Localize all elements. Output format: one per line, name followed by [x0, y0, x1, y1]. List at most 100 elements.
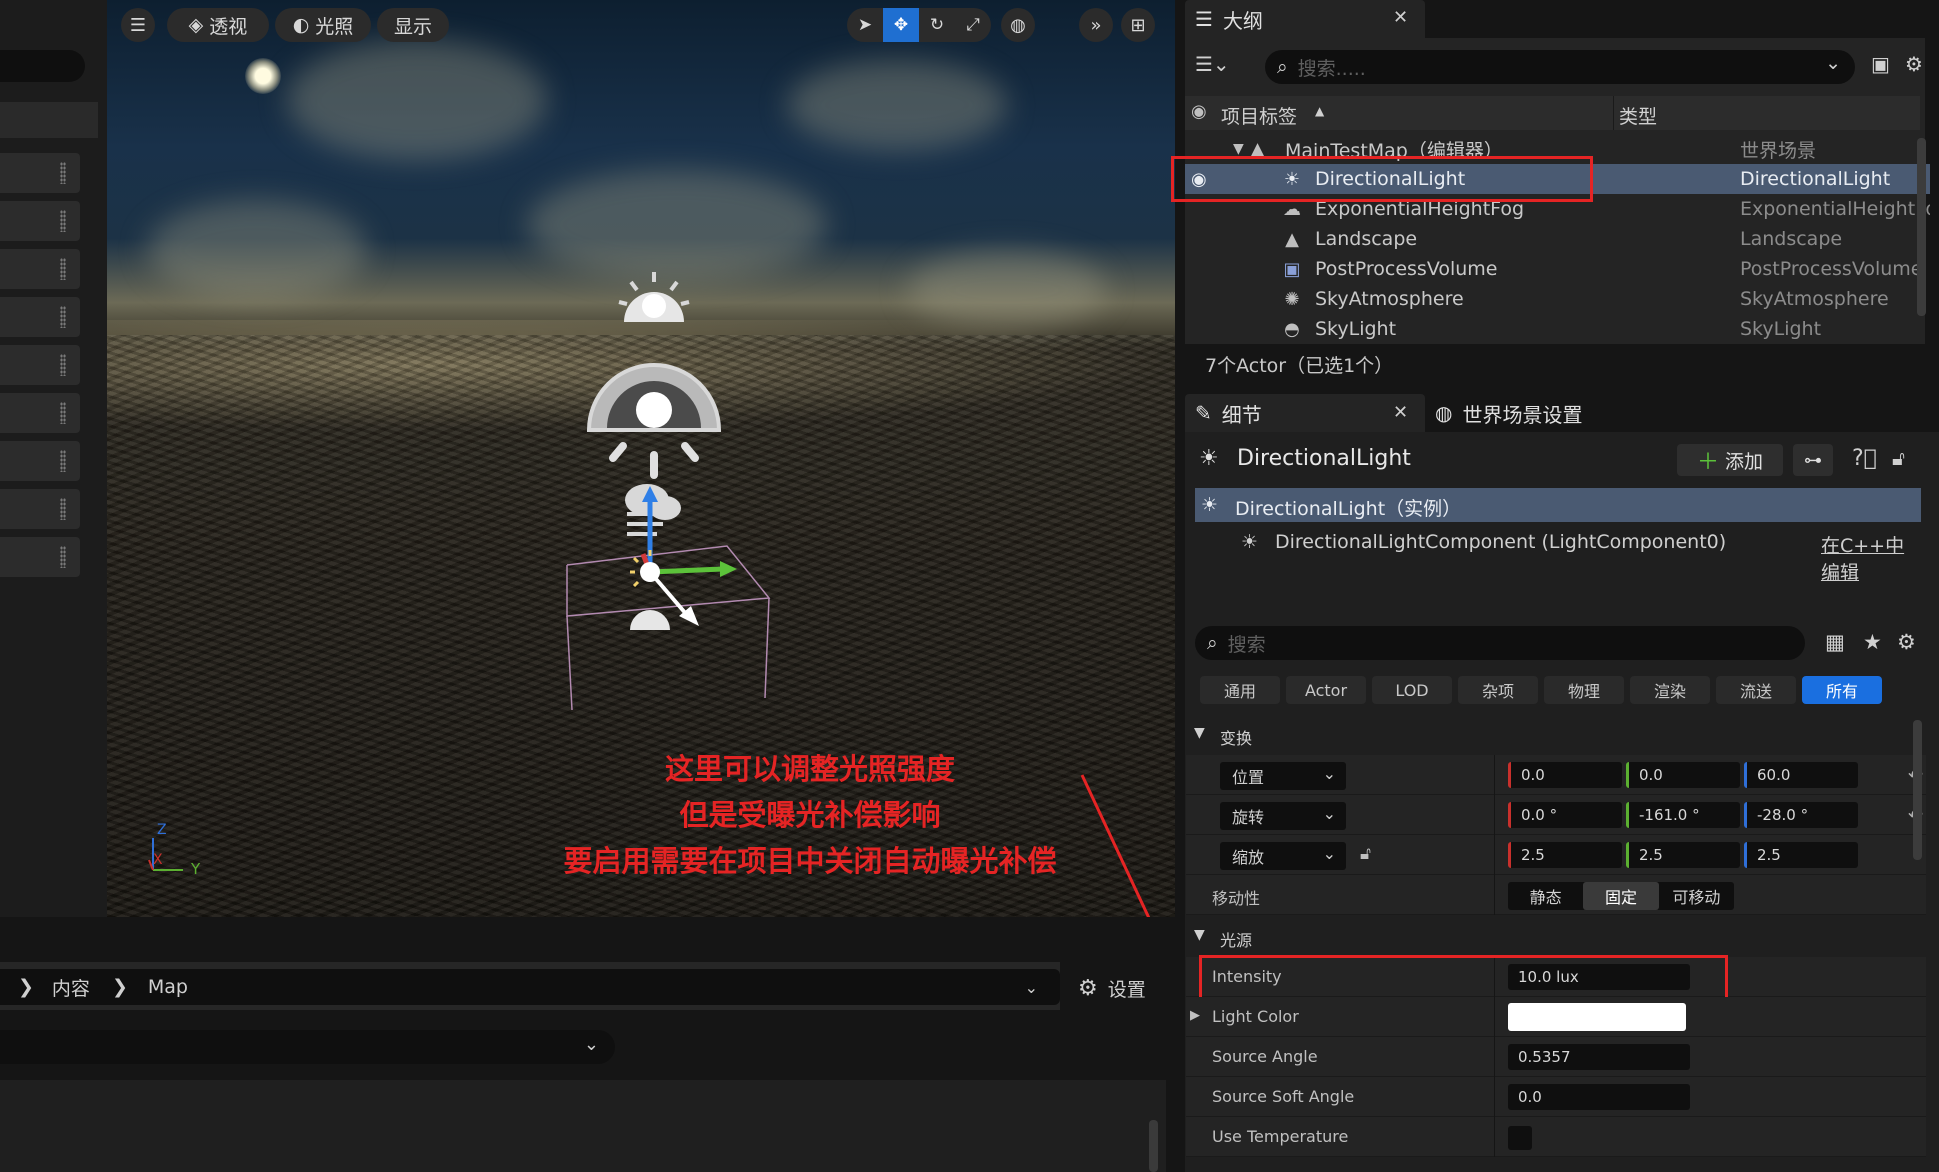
component-row-instance[interactable]: ☀ DirectionalLight（实例）: [1195, 488, 1921, 522]
move-icon[interactable]: ✥: [883, 8, 919, 42]
tree-expand-icon[interactable]: ▼: [1233, 141, 1244, 157]
scale-z-field[interactable]: 2.5: [1744, 842, 1858, 868]
outliner-row-skylight[interactable]: ◓ SkyLight SkyLight: [1185, 314, 1930, 340]
breadcrumb-content[interactable]: 内容: [52, 974, 90, 1001]
rotation-z-field[interactable]: -28.0 °: [1744, 802, 1858, 828]
tab-details[interactable]: ✎ 细节: [1185, 394, 1425, 432]
filter-chip-rendering[interactable]: 渲染: [1630, 676, 1710, 704]
filter-chip-general[interactable]: 通用: [1200, 676, 1280, 704]
outliner-row-skyatmosphere[interactable]: ✺ SkyAtmosphere SkyAtmosphere: [1185, 284, 1930, 314]
mobility-movable-option[interactable]: 可移动: [1659, 882, 1734, 910]
left-list-item[interactable]: [0, 297, 80, 337]
details-search-input[interactable]: ⌕ 搜索: [1195, 626, 1805, 660]
scale-dropdown[interactable]: 缩放 ⌄: [1220, 842, 1346, 870]
help-icon[interactable]: ?⃝: [1852, 446, 1877, 471]
add-folder-icon[interactable]: ▣: [1871, 52, 1890, 76]
left-list-item[interactable]: [0, 201, 80, 241]
location-y-field[interactable]: 0.0: [1626, 762, 1740, 788]
transform-tools[interactable]: ➤ ✥ ↻ ⤢: [847, 8, 991, 42]
tab-world-settings[interactable]: ◍ 世界场景设置: [1435, 394, 1582, 432]
drag-grip-icon[interactable]: [60, 546, 66, 568]
chevron-right-icon[interactable]: ❯: [18, 976, 34, 998]
left-list-item[interactable]: [0, 441, 80, 481]
component-row-light[interactable]: ☀ DirectionalLightComponent (LightCompon…: [1195, 526, 1921, 584]
blueprint-button[interactable]: ⊶: [1793, 444, 1833, 476]
directional-light-gizmo[interactable]: [527, 260, 947, 730]
scale-y-field[interactable]: 2.5: [1626, 842, 1740, 868]
drag-grip-icon[interactable]: [60, 450, 66, 472]
select-cursor-icon[interactable]: ➤: [847, 8, 883, 42]
filter-chip-all[interactable]: 所有: [1802, 676, 1882, 704]
drag-grip-icon[interactable]: [60, 498, 66, 520]
rotation-y-field[interactable]: -161.0 °: [1626, 802, 1740, 828]
content-browser-scrollbar[interactable]: [1149, 1120, 1158, 1172]
filter-icon[interactable]: ☰⌄: [1195, 52, 1230, 76]
column-type-header[interactable]: 类型: [1619, 102, 1657, 129]
chevron-right-icon[interactable]: ❯: [112, 976, 128, 998]
layout-button[interactable]: ⊞: [1121, 8, 1155, 42]
left-list-item[interactable]: [0, 393, 80, 433]
scale-icon[interactable]: ⤢: [955, 8, 991, 42]
filter-chip-misc[interactable]: 杂项: [1458, 676, 1538, 704]
table-view-icon[interactable]: ▦: [1825, 630, 1845, 654]
drag-grip-icon[interactable]: [60, 306, 66, 328]
filter-chip-actor[interactable]: Actor: [1286, 676, 1366, 704]
drag-grip-icon[interactable]: [60, 210, 66, 232]
add-component-button[interactable]: ＋ 添加: [1677, 444, 1783, 476]
eye-icon[interactable]: ◉: [1191, 101, 1207, 122]
left-search-input[interactable]: [0, 50, 85, 82]
drag-grip-icon[interactable]: [60, 402, 66, 424]
close-icon[interactable]: ✕: [1393, 402, 1408, 423]
tab-outliner[interactable]: ☰ 大纲: [1185, 0, 1425, 38]
content-browser-path[interactable]: ❯ 内容 ❯ Map ⌄: [0, 969, 1060, 1005]
mobility-segmented-control[interactable]: 静态 固定 可移动: [1508, 882, 1734, 910]
use-temperature-checkbox[interactable]: [1508, 1126, 1532, 1150]
more-options-button[interactable]: »: [1079, 8, 1113, 42]
left-list-item[interactable]: [0, 153, 80, 193]
details-scrollbar[interactable]: [1913, 720, 1922, 860]
perspective-button[interactable]: ◈ 透视: [167, 8, 269, 42]
light-color-swatch[interactable]: [1508, 1003, 1686, 1031]
gear-icon[interactable]: ⚙: [1905, 52, 1923, 76]
edit-cpp-link[interactable]: 在C++中编辑: [1821, 531, 1921, 585]
left-list-item[interactable]: [0, 249, 80, 289]
drag-grip-icon[interactable]: [60, 354, 66, 376]
content-browser-filter-dropdown[interactable]: ⌄: [0, 1030, 615, 1064]
breadcrumb-map[interactable]: Map: [148, 976, 188, 998]
mobility-stationary-option[interactable]: 固定: [1583, 882, 1659, 910]
outliner-row-landscape[interactable]: ▲ Landscape Landscape: [1185, 224, 1930, 254]
lock-icon[interactable]: 🔓︎: [1360, 844, 1371, 864]
lighting-button[interactable]: ◐ 光照: [275, 8, 371, 42]
gear-icon[interactable]: ⚙: [1897, 630, 1916, 654]
left-list-item[interactable]: [0, 489, 80, 529]
world-local-toggle[interactable]: ◍: [1001, 8, 1035, 42]
section-light[interactable]: ▼ 光源: [1186, 917, 1926, 955]
unlock-icon[interactable]: 🔓︎: [1892, 446, 1905, 470]
content-browser-settings-button[interactable]: ⚙ 设置: [1078, 972, 1146, 1004]
viewport-menu-button[interactable]: ☰: [121, 8, 155, 42]
outliner-search-input[interactable]: ⌕ 搜索..... ⌄: [1265, 50, 1855, 84]
rotation-dropdown[interactable]: 旋转 ⌄: [1220, 802, 1346, 830]
chevron-down-icon[interactable]: ⌄: [1025, 978, 1038, 997]
column-label-header[interactable]: 项目标签: [1221, 102, 1297, 129]
source-angle-field[interactable]: 0.5357: [1508, 1044, 1690, 1070]
expand-arrow-icon[interactable]: ▶: [1190, 1008, 1200, 1023]
location-x-field[interactable]: 0.0: [1508, 762, 1622, 788]
outliner-row-postprocess[interactable]: ▣ PostProcessVolume PostProcessVolume: [1185, 254, 1930, 284]
filter-chip-physics[interactable]: 物理: [1544, 676, 1624, 704]
close-icon[interactable]: ✕: [1393, 7, 1408, 28]
rotation-x-field[interactable]: 0.0 °: [1508, 802, 1622, 828]
actor-name[interactable]: DirectionalLight: [1237, 446, 1411, 471]
filter-chip-streaming[interactable]: 流送: [1716, 676, 1796, 704]
show-button[interactable]: 显示: [377, 8, 449, 42]
left-list-item[interactable]: [0, 537, 80, 577]
location-dropdown[interactable]: 位置 ⌄: [1220, 762, 1346, 790]
mobility-static-option[interactable]: 静态: [1508, 882, 1583, 910]
section-transform[interactable]: ▼ 变换: [1186, 715, 1926, 753]
star-icon[interactable]: ★: [1863, 630, 1882, 654]
location-z-field[interactable]: 60.0: [1744, 762, 1858, 788]
scale-x-field[interactable]: 2.5: [1508, 842, 1622, 868]
drag-grip-icon[interactable]: [60, 258, 66, 280]
filter-chip-lod[interactable]: LOD: [1372, 676, 1452, 704]
outliner-scrollbar[interactable]: [1917, 138, 1926, 316]
